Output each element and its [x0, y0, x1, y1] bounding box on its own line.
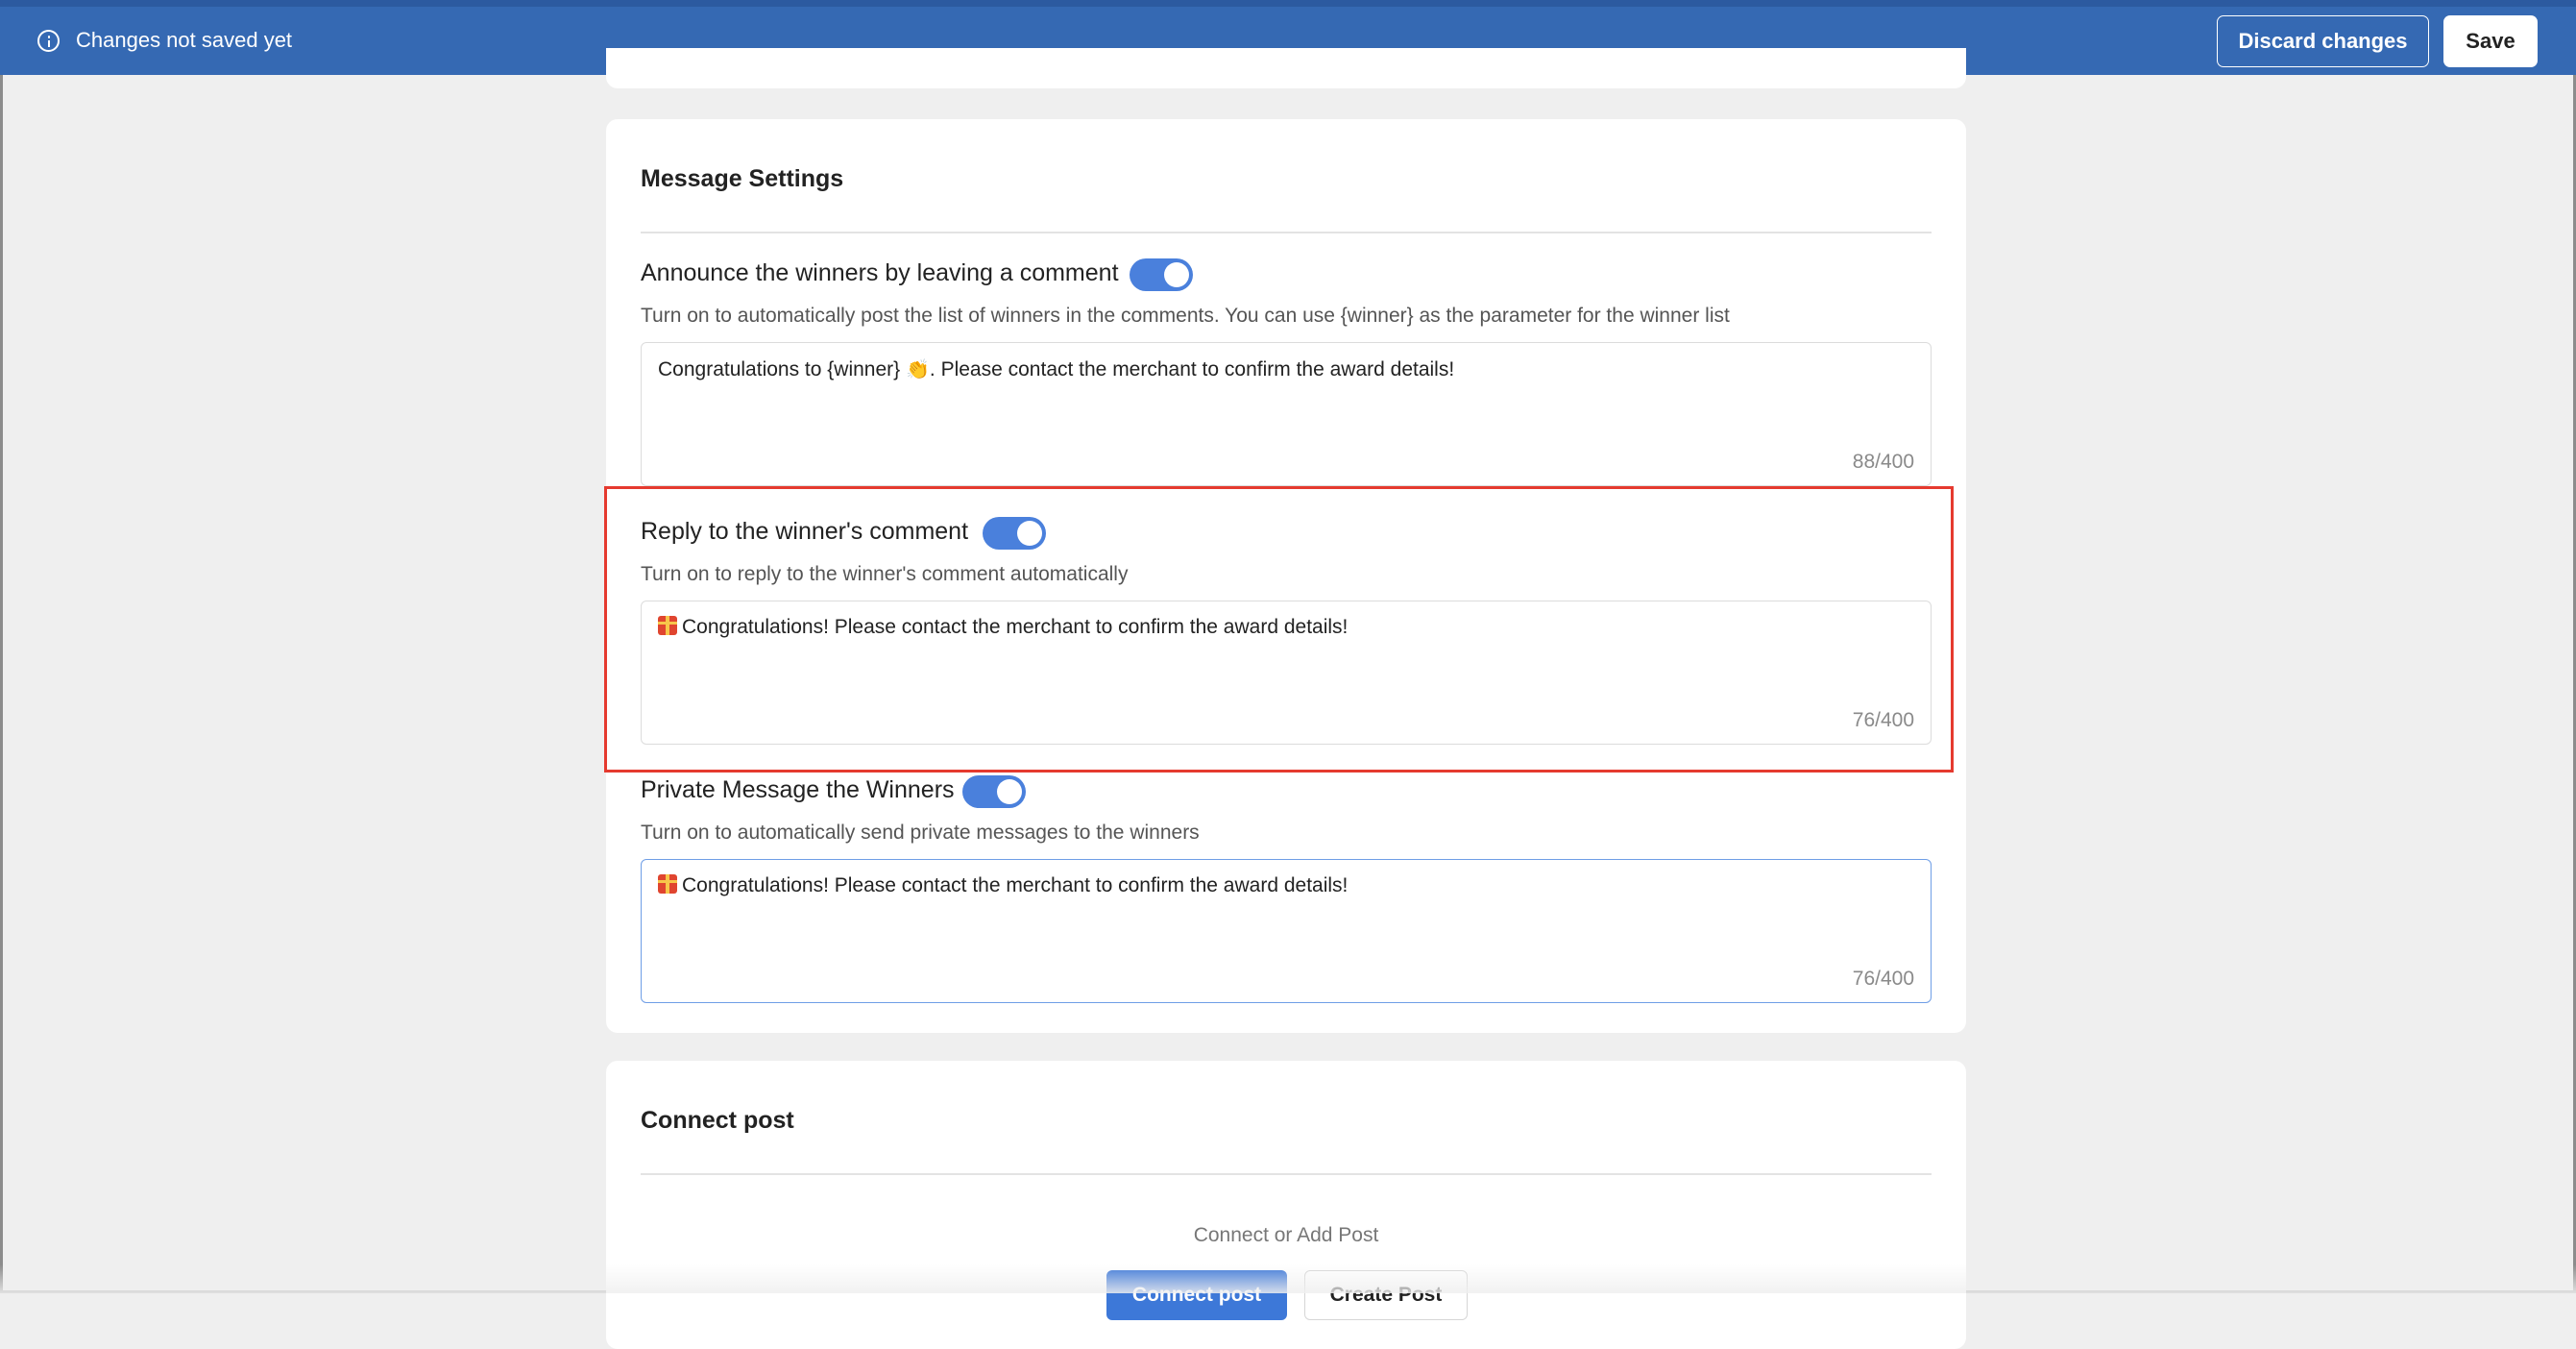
toggle-knob	[997, 779, 1022, 804]
bottom-fade	[0, 1264, 2576, 1293]
announce-winners-toggle[interactable]	[1130, 258, 1193, 291]
character-count: 88/400	[1852, 451, 1914, 473]
divider	[641, 1173, 1932, 1175]
character-count: 76/400	[1852, 968, 1914, 990]
section-title: Message Settings	[641, 165, 844, 192]
announce-winners-label: Announce the winners by leaving a commen…	[641, 259, 1119, 286]
gift-icon	[658, 874, 677, 894]
private-message-textarea[interactable]: Congratulations! Please contact the merc…	[641, 859, 1932, 1003]
discard-changes-button[interactable]: Discard changes	[2217, 15, 2429, 67]
section-title: Connect post	[641, 1107, 794, 1134]
announce-message-value: Congratulations to {winner} 👏. Please co…	[658, 358, 1455, 380]
toggle-knob	[1164, 262, 1189, 287]
info-icon	[37, 30, 60, 52]
highlight-box	[604, 486, 1954, 773]
clapping-hands-icon: 👏	[906, 359, 930, 380]
divider	[641, 232, 1932, 233]
previous-card	[606, 48, 1966, 88]
connect-post-card: Connect post Connect or Add Post Connect…	[606, 1061, 1966, 1349]
announce-winners-help: Turn on to automatically post the list o…	[641, 305, 1730, 327]
unsaved-status-text: Changes not saved yet	[76, 28, 293, 52]
announce-message-textarea[interactable]: Congratulations to {winner} 👏. Please co…	[641, 342, 1932, 486]
private-message-label: Private Message the Winners	[641, 776, 955, 803]
save-button[interactable]: Save	[2443, 15, 2538, 67]
connect-hint: Connect or Add Post	[1193, 1224, 1379, 1246]
private-message-toggle[interactable]	[962, 775, 1026, 808]
private-message-value: Congratulations! Please contact the merc…	[658, 874, 1348, 897]
private-message-help: Turn on to automatically send private me…	[641, 822, 1200, 844]
